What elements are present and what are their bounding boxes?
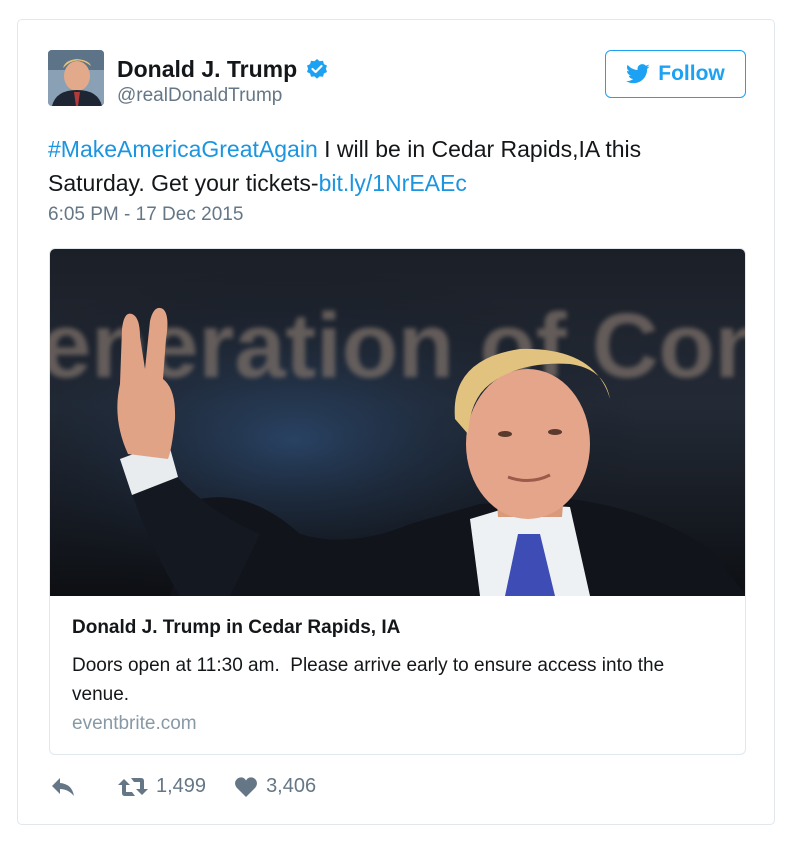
card-image[interactable]: eneration of Conse [50,249,746,596]
author-display-name[interactable]: Donald J. Trump [117,56,297,83]
avatar-image [48,50,104,106]
tweet-timestamp[interactable]: 6:05 PM - 17 Dec 2015 [48,204,243,226]
tweet-card: Donald J. Trump @realDonaldTrump Follow … [17,19,775,825]
twitter-bird-icon [626,64,650,84]
author-handle[interactable]: @realDonaldTrump [117,85,282,107]
retweet-count: 1,499 [156,775,207,797]
reply-icon [52,777,74,796]
card-domain[interactable]: eventbrite.com [72,713,197,735]
verified-badge-icon [305,58,329,82]
retweet-button[interactable]: 1,499 [118,775,206,798]
heart-icon [235,776,258,797]
author-name-row[interactable]: Donald J. Trump [117,56,329,83]
retweet-icon [118,777,148,796]
follow-button[interactable]: Follow [605,50,746,98]
link-preview-card[interactable]: eneration of Conse Donald J. Trump in Ce… [49,248,746,755]
tickets-link[interactable]: bit.ly/1NrEAEc [319,170,467,196]
follow-button-label: Follow [658,62,725,85]
avatar[interactable] [48,50,104,106]
card-title[interactable]: Donald J. Trump in Cedar Rapids, IA [72,617,400,639]
reply-button[interactable] [50,776,76,798]
hashtag-link[interactable]: #MakeAmericaGreatAgain [48,136,318,162]
like-button[interactable]: 3,406 [234,775,316,798]
like-count: 3,406 [266,775,317,797]
card-description: Doors open at 11:30 am. Please arrive ea… [72,655,670,705]
tweet-text: #MakeAmericaGreatAgain I will be in Ceda… [48,132,728,200]
tweet-actions: 1,499 3,406 [50,775,316,798]
